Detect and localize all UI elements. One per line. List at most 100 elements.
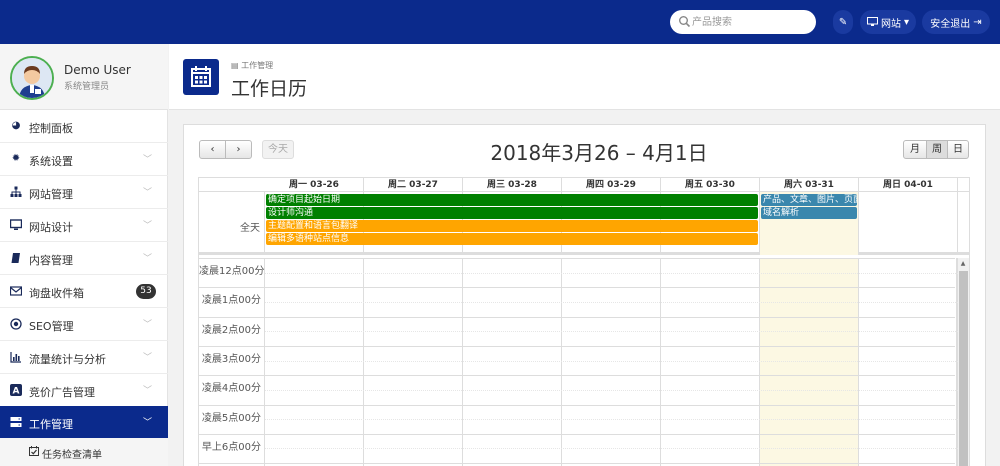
pen-tool-icon: ✎ [838,16,848,28]
calendar-event[interactable]: 设计师沟通 [266,207,758,219]
half-hour-line [265,448,958,450]
chevron-down-icon: ﹀ [142,418,152,428]
logout-label: 安全退出 [930,18,971,30]
user-avatar-icon [12,58,52,98]
time-slot-label: 凌晨3点00分 [201,353,261,365]
sidebar-item-work-management[interactable]: 工作管理 ﹀ [0,406,168,439]
half-hour-line [265,301,958,303]
calendar-check-icon [29,446,39,459]
hour-line [199,287,955,289]
day-header: 周一 03-26 [265,178,364,192]
hour-line [199,316,955,318]
column-divider [957,258,958,466]
top-navbar: ✎ 网站 ▾ 安全退出 ⇥ [0,0,1000,44]
submenu-item-task-checklist[interactable]: 任务检查清单 [0,438,168,466]
hour-line [199,463,955,465]
site-label: 网站 [880,18,901,30]
target-icon [10,318,22,330]
scroll-up-arrow-icon[interactable]: ▲ [957,258,969,270]
column-divider [858,258,859,466]
sidebar-item-label: 内容管理 [29,254,73,267]
logout-button[interactable]: 安全退出 ⇥ [922,10,990,34]
day-header: 周四 03-29 [562,178,661,192]
half-hour-line [265,360,958,362]
today-column-highlight [760,258,859,466]
today-button[interactable]: 今天 [262,140,294,159]
column-divider [264,192,265,255]
calendar-icon [183,59,219,95]
chevron-down-icon: ﹀ [142,320,152,330]
submenu-item-label: 任务检查清单 [42,450,102,461]
chevron-down-icon: ﹀ [142,386,152,396]
breadcrumb[interactable]: ▤ 工作管理 [231,60,273,71]
calendar-event[interactable]: 域名解析 [761,207,857,219]
tools-button[interactable]: ✎ [833,10,853,34]
ad-icon: A [10,384,22,397]
sidebar-item-label: SEO管理 [29,320,74,333]
sidebar-item-label: 网站管理 [29,188,73,201]
sidebar-item-system-settings[interactable]: ✹ 系统设置 ﹀ [0,143,168,176]
avatar[interactable] [10,56,54,100]
sidebar-item-label: 流量统计与分析 [29,353,106,366]
sidebar-item-content-management[interactable]: 内容管理 ﹀ [0,242,168,275]
calendar-event[interactable]: 编辑多语种站点信息 [266,233,758,245]
chevron-down-icon: ﹀ [142,221,152,231]
next-button[interactable]: › [225,140,252,159]
user-name: Demo User [64,63,131,77]
calendar-event[interactable]: 主题配置和语言包翻译 [266,220,758,232]
hour-line [199,404,955,406]
site-dropdown-button[interactable]: 网站 ▾ [860,10,916,34]
calendar-panel: ‹ › 今天 2018年3月26 – 4月1日 月 周 日 周一 03-26 周二… [183,124,986,466]
time-slot-label: 凌晨2点00分 [201,324,261,336]
monitor-icon [9,219,23,231]
sidebar-item-site-design[interactable]: 网站设计 ﹀ [0,209,168,242]
search-input[interactable] [692,14,810,30]
sidebar-item-ad-management[interactable]: A 竞价广告管理 ﹀ [0,374,168,407]
sidebar-item-label: 竞价广告管理 [29,386,95,399]
chevron-right-icon: › [236,144,241,155]
day-view-button[interactable]: 日 [947,140,969,159]
month-view-button[interactable]: 月 [903,140,927,159]
time-slot-label: 凌晨1点00分 [201,295,261,307]
envelope-icon [9,285,23,297]
scroll-thumb[interactable] [959,271,968,466]
caret-down-icon: ▾ [903,16,910,28]
chevron-down-icon: ﹀ [142,353,152,363]
sidebar-item-dashboard[interactable]: ◕ 控制面板 [0,110,168,143]
chevron-down-icon: ﹀ [142,254,152,264]
sidebar-item-inquiry-inbox[interactable]: 询盘收件箱 53 [0,275,168,308]
sidebar-item-label: 工作管理 [29,418,73,431]
user-role: 系统管理员 [64,82,110,92]
calendar-event[interactable]: 确定项目起始日期 [266,194,758,206]
time-grid[interactable]: ▲ 凌晨12点00分 凌晨1点00分 凌晨2点00分 凌晨3点00分 凌晨4点00分 凌晨… [199,258,969,466]
sidebar-item-label: 网站设计 [29,221,73,234]
half-hour-line [265,419,958,421]
prev-button[interactable]: ‹ [199,140,226,159]
time-slot-label: 凌晨4点00分 [201,383,261,395]
sidebar-item-seo[interactable]: SEO管理 ﹀ [0,308,168,341]
chevron-down-icon: ﹀ [142,155,152,165]
chevron-left-icon: ‹ [210,144,215,155]
day-header: 周五 03-30 [661,178,760,192]
chevron-down-icon: ﹀ [142,188,152,198]
search-box[interactable] [670,10,816,34]
column-divider [759,192,760,255]
sidebar-item-label: 控制面板 [29,122,73,135]
dashboard-icon: ◕ [11,120,21,131]
column-divider [759,258,760,466]
calendar-event[interactable]: 产品、文章、图片、页面 [761,194,857,206]
bar-chart-icon [10,351,22,363]
week-view-button[interactable]: 周 [926,140,948,159]
hour-line [199,258,955,259]
day-header: 周三 03-28 [463,178,562,192]
calendar-title: 2018年3月26 – 4月1日 [490,141,708,165]
book-icon [10,252,22,264]
sign-out-icon: ⇥ [973,16,982,28]
sidebar-item-site-management[interactable]: 网站管理 ﹀ [0,176,168,209]
column-divider [957,192,958,255]
server-icon: ▤ [231,61,242,70]
sidebar-item-traffic-analytics[interactable]: 流量统计与分析 ﹀ [0,341,168,374]
sidebar-item-label: 询盘收件箱 [29,287,84,300]
inbox-count-badge: 53 [136,284,156,299]
column-divider [561,258,562,466]
